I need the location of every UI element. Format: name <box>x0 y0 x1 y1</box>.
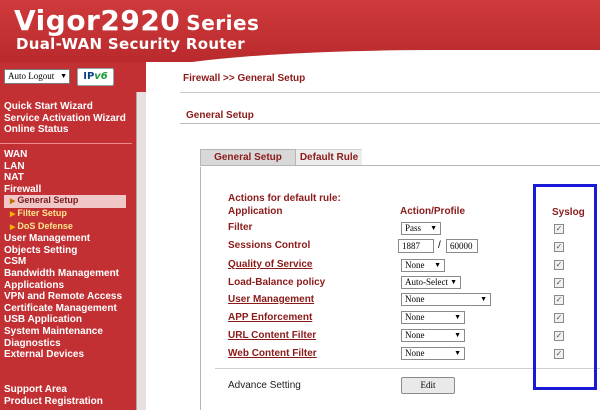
column-header-action-profile: Action/Profile <box>400 206 466 217</box>
user-management-select-value: None <box>405 294 425 304</box>
nav-diagnostics[interactable]: Diagnostics <box>4 338 122 350</box>
row-label-load-balance-policy: Load-Balance policy <box>228 277 326 288</box>
column-header-application: Application <box>228 206 283 217</box>
nav-service-activation-wizard[interactable]: Service Activation Wizard <box>4 113 126 125</box>
sessions-max-input[interactable]: 60000 <box>446 239 478 253</box>
nav-objects-setting[interactable]: Objects Setting <box>4 245 122 257</box>
nav-sub-label: General Setup <box>17 195 79 206</box>
nav-bandwidth-management[interactable]: Bandwidth Management <box>4 268 122 280</box>
nav-user-management[interactable]: User Management <box>4 233 122 245</box>
chevron-down-icon: ▼ <box>454 331 461 339</box>
filter-select-value: Pass <box>405 223 422 233</box>
nav-vpn-remote-access[interactable]: VPN and Remote Access <box>4 291 122 303</box>
brand-series: Series <box>186 11 260 35</box>
qos-select[interactable]: None ▼ <box>401 259 445 272</box>
nav-quick-start-wizard[interactable]: Quick Start Wizard <box>4 101 126 113</box>
row-label-sessions-control: Sessions Control <box>228 240 311 251</box>
row-link-quality-of-service[interactable]: Quality of Service <box>228 259 312 270</box>
ipv6-label-ip: IP <box>83 71 95 82</box>
nav-product-registration[interactable]: Product Registration <box>4 396 103 408</box>
nav-applications[interactable]: Applications <box>4 280 122 292</box>
user-management-select[interactable]: None ▼ <box>401 293 491 306</box>
chevron-down-icon: ▼ <box>454 313 461 321</box>
nav-nat[interactable]: NAT <box>4 172 122 184</box>
nav-firewall-filter-setup[interactable]: ▶ Filter Setup <box>4 208 122 221</box>
nav-firewall-general-setup[interactable]: ▶ General Setup <box>4 195 127 208</box>
header-banner: Vigor2920 Series Dual-WAN Security Router <box>0 0 600 62</box>
ipv6-label-v6: v6 <box>94 71 108 82</box>
triangle-right-icon: ▶ <box>10 198 16 206</box>
row-link-web-content-filter[interactable]: Web Content Filter <box>228 348 317 359</box>
ipv6-button[interactable]: IPv6 <box>77 68 114 86</box>
qos-select-value: None <box>405 260 425 270</box>
row-link-user-management[interactable]: User Management <box>228 294 314 305</box>
edit-button[interactable]: Edit <box>401 377 455 394</box>
actions-heading: Actions for default rule: <box>228 193 341 204</box>
nav-lan[interactable]: LAN <box>4 161 122 173</box>
brand-title: Vigor2920 Series <box>14 4 259 37</box>
chevron-down-icon: ▼ <box>60 72 67 80</box>
row-label-filter: Filter <box>228 222 253 233</box>
nav-support-area[interactable]: Support Area <box>4 384 103 396</box>
web-content-filter-select-value: None <box>405 348 425 358</box>
tab-default-rule[interactable]: Default Rule <box>296 149 362 166</box>
breadcrumb: Firewall >> General Setup <box>183 73 306 84</box>
auto-logout-select[interactable]: Auto Logout ▼ <box>4 69 70 84</box>
triangle-right-icon: ▶ <box>10 223 16 231</box>
tab-divider <box>200 165 600 166</box>
nav-csm[interactable]: CSM <box>4 256 122 268</box>
triangle-right-icon: ▶ <box>10 210 16 218</box>
tab-general-setup[interactable]: General Setup <box>200 149 296 166</box>
nav-system-maintenance[interactable]: System Maintenance <box>4 326 122 338</box>
sessions-separator: / <box>438 240 441 251</box>
auto-logout-value: Auto Logout <box>8 71 55 81</box>
nav-usb-application[interactable]: USB Application <box>4 314 122 326</box>
nav-firewall-dos-defense[interactable]: ▶ DoS Defense <box>4 221 122 234</box>
nav-external-devices[interactable]: External Devices <box>4 349 122 361</box>
chevron-down-icon: ▼ <box>450 278 457 286</box>
chevron-down-icon: ▼ <box>430 224 437 232</box>
section-divider <box>180 123 600 124</box>
url-content-filter-select[interactable]: None ▼ <box>401 329 465 342</box>
breadcrumb-divider <box>180 92 600 93</box>
chevron-down-icon: ▼ <box>434 261 441 269</box>
app-enforcement-select-value: None <box>405 312 425 322</box>
nav-divider <box>0 143 132 144</box>
sessions-current-input[interactable]: 1887 <box>398 239 434 253</box>
filter-select[interactable]: Pass ▼ <box>401 222 441 235</box>
chevron-down-icon: ▼ <box>480 295 487 303</box>
nav-group-wizards: Quick Start Wizard Service Activation Wi… <box>4 101 126 136</box>
row-link-url-content-filter[interactable]: URL Content Filter <box>228 330 316 341</box>
load-balance-select-value: Auto-Select <box>405 277 448 287</box>
nav-firewall[interactable]: Firewall <box>4 184 122 196</box>
nav-group-support: Support Area Product Registration <box>4 384 103 407</box>
brand-model: Vigor2920 <box>14 4 181 37</box>
nav-sub-label: Filter Setup <box>17 207 67 218</box>
syslog-highlight-box <box>533 184 597 390</box>
url-content-filter-select-value: None <box>405 330 425 340</box>
load-balance-select[interactable]: Auto-Select ▼ <box>401 276 461 289</box>
nav-group-network: WAN LAN NAT Firewall ▶ General Setup ▶ Fil… <box>4 149 127 361</box>
web-content-filter-select[interactable]: None ▼ <box>401 347 465 360</box>
section-title: General Setup <box>186 110 254 121</box>
brand-subtitle: Dual-WAN Security Router <box>16 35 245 53</box>
sidebar: Auto Logout ▼ IPv6 Quick Start Wizard Se… <box>0 62 146 410</box>
nav-certificate-management[interactable]: Certificate Management <box>4 303 122 315</box>
nav-wan[interactable]: WAN <box>4 149 122 161</box>
nav-sub-label: DoS Defense <box>17 220 73 231</box>
row-link-app-enforcement[interactable]: APP Enforcement <box>228 312 312 323</box>
sidebar-scrollbar[interactable] <box>136 92 146 410</box>
nav-online-status[interactable]: Online Status <box>4 124 126 136</box>
app-enforcement-select[interactable]: None ▼ <box>401 311 465 324</box>
advance-setting-label: Advance Setting <box>228 380 301 391</box>
chevron-down-icon: ▼ <box>454 349 461 357</box>
